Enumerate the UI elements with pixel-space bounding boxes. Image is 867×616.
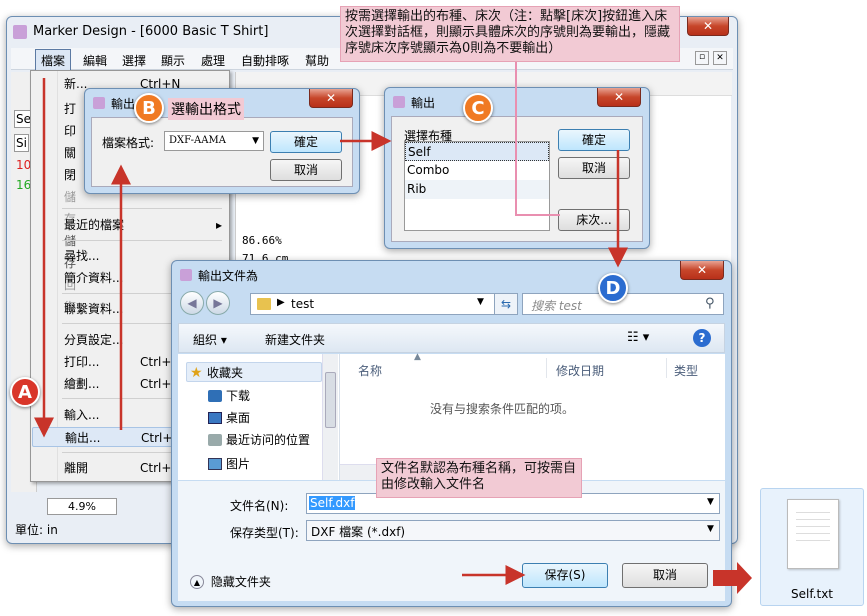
big-result-arrow <box>713 562 752 594</box>
pink-connector <box>515 62 560 216</box>
annotation-arrows <box>34 62 752 594</box>
